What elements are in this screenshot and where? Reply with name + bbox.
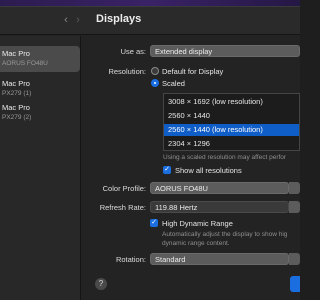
refresh-rate-label: Refresh Rate:	[99, 203, 146, 212]
scaled-radio-label: Scaled	[162, 79, 185, 88]
window-title: Displays	[96, 13, 142, 25]
refresh-rate-stepper[interactable]	[289, 201, 300, 213]
default-radio[interactable]	[151, 67, 159, 75]
sidebar-item-px279-2[interactable]: Mac Pro PX279 (2)	[0, 100, 80, 126]
resolution-list: 3008 × 1692 (low resolution) 2560 × 1440…	[163, 93, 300, 151]
refresh-rate-popup[interactable]: 119.88 Hertz	[150, 201, 289, 213]
monitor-model: AORUS FO48U	[2, 60, 48, 67]
color-profile-popup[interactable]: AORUS FO48U	[150, 182, 289, 194]
monitor-model: PX279 (2)	[2, 114, 32, 121]
hdr-note-line2: dynamic range content.	[162, 240, 230, 247]
rotation-popup[interactable]: Standard	[150, 253, 289, 265]
resolution-option-selected[interactable]: 2560 × 1440 (low resolution)	[164, 124, 299, 136]
resolution-option[interactable]: 3008 × 1692 (low resolution)	[164, 96, 299, 108]
color-profile-stepper[interactable]	[289, 182, 300, 194]
done-button[interactable]	[290, 276, 300, 292]
show-all-checkbox[interactable]: ✓	[163, 166, 171, 174]
scaled-warning-note: Using a scaled resolution may affect per…	[163, 154, 287, 161]
resolution-option[interactable]: 2304 × 1296	[164, 138, 299, 150]
window-titlebar: ‹ › Displays	[0, 7, 300, 35]
sidebar-item-aorus[interactable]: Mac Pro AORUS FO48U	[0, 46, 80, 72]
rotation-stepper[interactable]	[289, 253, 300, 265]
monitor-name: Mac Pro	[2, 103, 30, 112]
sidebar-item-px279-1[interactable]: Mac Pro PX279 (1)	[0, 76, 80, 102]
use-as-popup[interactable]: Extended display	[150, 45, 300, 57]
use-as-label: Use as:	[120, 47, 146, 56]
monitor-name: Mac Pro	[2, 79, 30, 88]
scaled-radio[interactable]	[151, 79, 159, 87]
monitor-name: Mac Pro	[2, 49, 30, 58]
rotation-label: Rotation:	[115, 255, 146, 264]
hdr-checkbox[interactable]: ✓	[150, 219, 158, 227]
back-arrow-icon[interactable]: ‹	[60, 14, 72, 26]
forward-arrow-icon[interactable]: ›	[72, 14, 84, 26]
color-profile-label: Color Profile:	[102, 184, 146, 193]
hdr-note-line1: Automatically adjust the display to show…	[162, 231, 288, 238]
display-sidebar: Mac Pro AORUS FO48U Mac Pro PX279 (1) Ma…	[0, 36, 80, 300]
hdr-label: High Dynamic Range	[162, 219, 233, 228]
show-all-label: Show all resolutions	[175, 166, 242, 175]
default-radio-label: Default for Display	[162, 67, 224, 76]
help-icon[interactable]: ?	[95, 278, 107, 290]
monitor-model: PX279 (1)	[2, 90, 32, 97]
resolution-option[interactable]: 2560 × 1440	[164, 110, 299, 122]
resolution-label: Resolution:	[108, 67, 146, 76]
